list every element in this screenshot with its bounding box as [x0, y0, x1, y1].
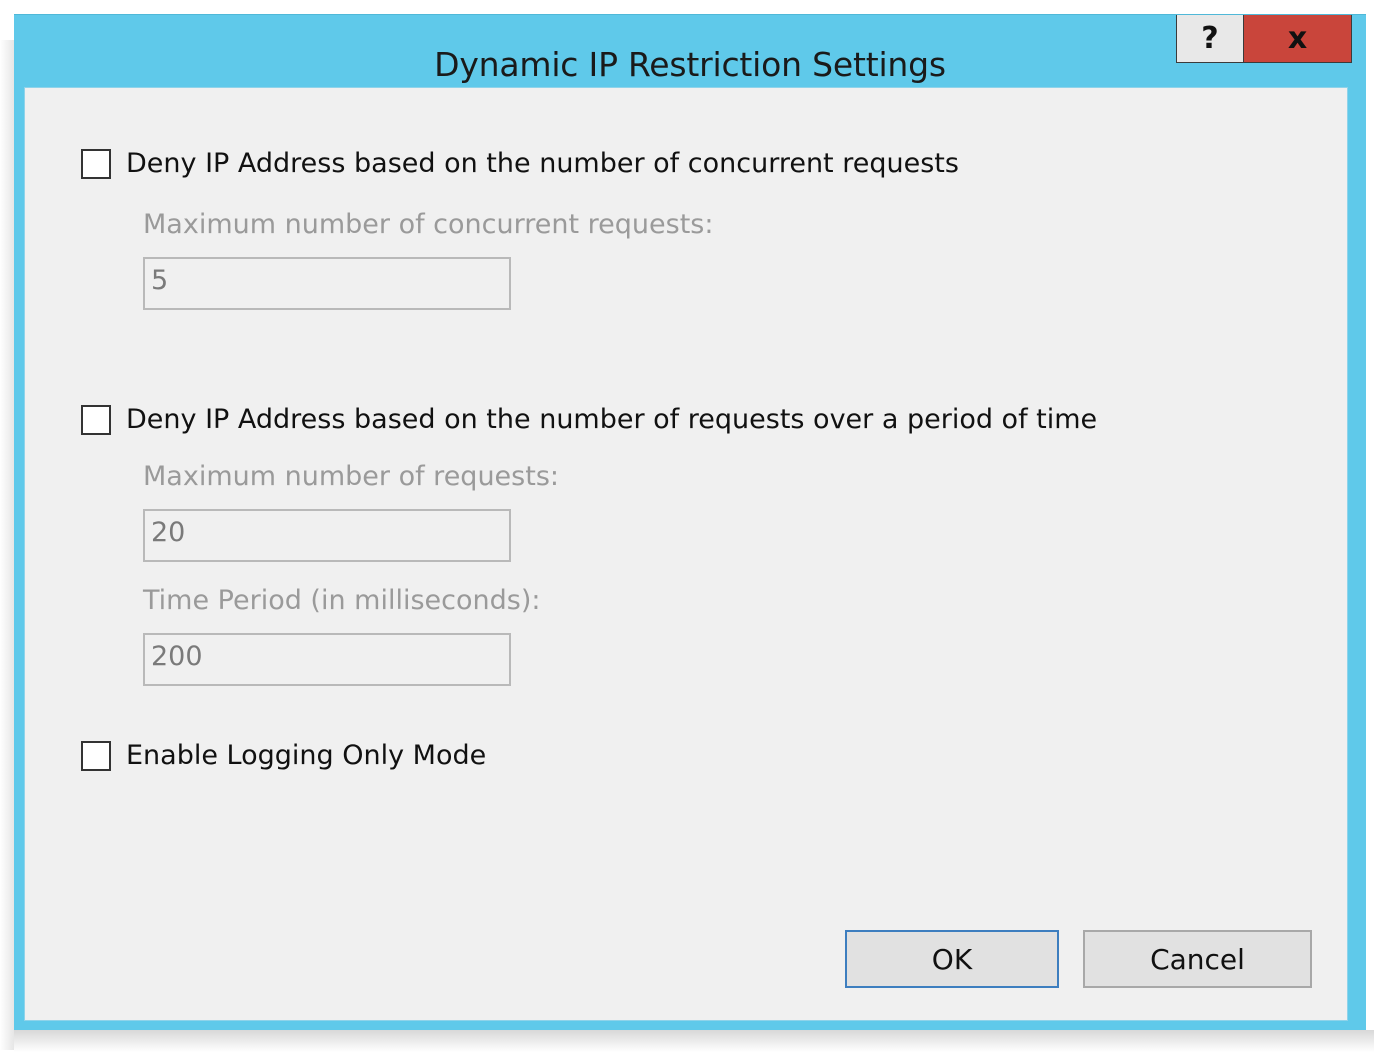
close-icon: x — [1287, 21, 1308, 56]
logging-only-option[interactable]: Enable Logging Only Mode — [81, 740, 486, 771]
title-bar[interactable]: Dynamic IP Restriction Settings ? x — [14, 15, 1366, 87]
dialog-window: Dynamic IP Restriction Settings ? x Deny… — [14, 14, 1366, 1030]
logging-only-checkbox[interactable] — [81, 740, 111, 771]
max-concurrent-requests-input[interactable]: 5 — [143, 257, 511, 310]
max-concurrent-requests-label: Maximum number of concurrent requests: — [143, 209, 714, 240]
concurrent-requests-option[interactable]: Deny IP Address based on the number of c… — [81, 148, 959, 179]
window-shadow-left — [0, 40, 14, 1050]
time-period-input[interactable]: 200 — [143, 633, 511, 686]
dialog-content: Deny IP Address based on the number of c… — [24, 87, 1348, 1021]
max-requests-input[interactable]: 20 — [143, 509, 511, 562]
window-shadow-bottom — [14, 1030, 1374, 1052]
time-period-label: Time Period (in milliseconds): — [143, 585, 541, 616]
concurrent-requests-label[interactable]: Deny IP Address based on the number of c… — [126, 148, 959, 179]
help-icon: ? — [1201, 21, 1219, 56]
cancel-button[interactable]: Cancel — [1083, 930, 1312, 988]
request-rate-option[interactable]: Deny IP Address based on the number of r… — [81, 404, 1097, 435]
request-rate-checkbox[interactable] — [81, 404, 111, 435]
logging-only-label[interactable]: Enable Logging Only Mode — [126, 740, 486, 771]
help-button[interactable]: ? — [1176, 15, 1244, 63]
ok-button[interactable]: OK — [845, 930, 1059, 988]
dialog-title: Dynamic IP Restriction Settings — [434, 45, 946, 84]
concurrent-requests-checkbox[interactable] — [81, 148, 111, 179]
request-rate-label[interactable]: Deny IP Address based on the number of r… — [126, 404, 1097, 435]
close-button[interactable]: x — [1243, 15, 1352, 63]
max-requests-label: Maximum number of requests: — [143, 461, 559, 492]
